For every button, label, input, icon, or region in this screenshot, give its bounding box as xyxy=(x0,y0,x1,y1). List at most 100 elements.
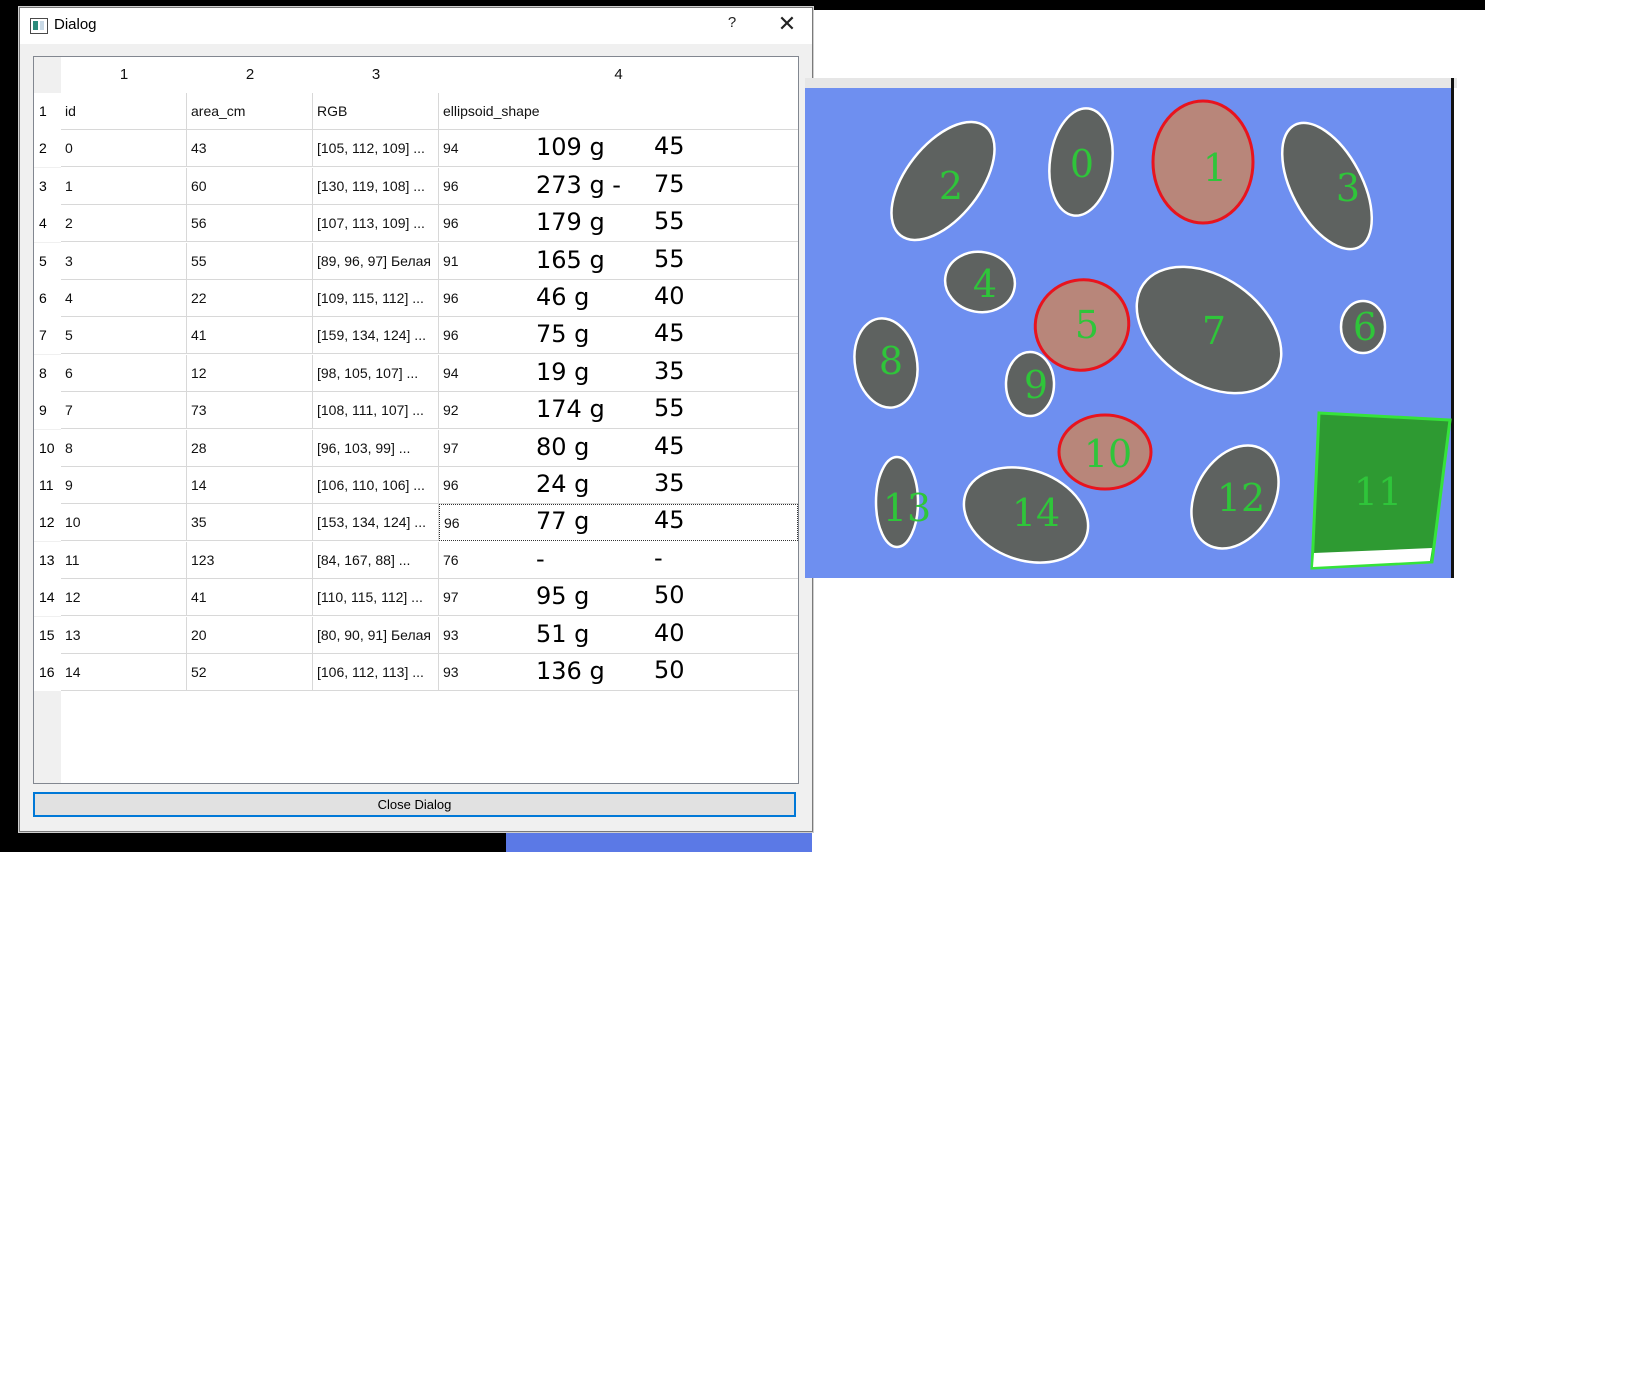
table-row: 8 6 12 [98, 105, 107] ... 94 19 g 35 xyxy=(34,354,798,392)
results-table[interactable]: 1 2 3 4 1 id area_cm RGB ellipsoid_shape 2 0 43… xyxy=(33,56,799,784)
table-cell-c3[interactable]: [107, 113, 109] ... xyxy=(313,205,439,243)
table-cell-c3[interactable]: [153, 134, 124] ... xyxy=(313,504,439,542)
table-cell-c1[interactable]: 6 xyxy=(61,354,187,392)
table-cell-c4[interactable]: 97 xyxy=(439,579,798,617)
table-cell-c4[interactable]: 96 xyxy=(439,280,798,317)
row-number[interactable]: 10 xyxy=(34,429,61,467)
table-cell-c3[interactable]: [96, 103, 99] ... xyxy=(313,429,439,467)
row-number[interactable]: 5 xyxy=(34,242,61,280)
table-cell-c2[interactable]: 14 xyxy=(187,467,313,504)
table-cell-c2[interactable]: 123 xyxy=(187,541,313,579)
row-number[interactable]: 8 xyxy=(34,354,61,392)
close-dialog-button[interactable]: Close Dialog xyxy=(33,792,796,817)
column-header-2[interactable]: 2 xyxy=(187,57,313,93)
table-cell-c4[interactable]: 76 xyxy=(439,542,798,579)
table-cell-c3[interactable]: [106, 112, 113] ... xyxy=(313,654,439,691)
row-number[interactable]: 12 xyxy=(34,504,61,542)
table-cell-c3[interactable]: [84, 167, 88] ... xyxy=(313,541,439,579)
row-number[interactable]: 13 xyxy=(34,541,61,579)
table-cell-c1[interactable]: 11 xyxy=(61,541,187,579)
table-cell-c1[interactable]: 4 xyxy=(61,280,187,317)
table-row: 16 14 52 [106, 112, 113] ... 93 136 g 50 xyxy=(34,654,798,691)
column-header-3[interactable]: 3 xyxy=(313,57,439,93)
table-cell-c4[interactable]: 93 xyxy=(439,654,798,691)
table-cell-c2[interactable]: 22 xyxy=(187,280,313,317)
table-cell-c1[interactable]: 0 xyxy=(61,130,187,168)
table-cell-c4[interactable]: 96 xyxy=(439,467,798,504)
table-cell-c3[interactable]: [109, 115, 112] ... xyxy=(313,280,439,317)
mass-value: 51 g xyxy=(536,619,590,648)
table-cell-c3[interactable]: [110, 115, 112] ... xyxy=(313,579,439,617)
table-cell-c4[interactable]: 91 xyxy=(439,243,798,280)
table-cell-c1[interactable]: id xyxy=(61,93,187,130)
table-cell-c4[interactable]: 93 xyxy=(439,617,798,654)
table-cell-c3[interactable]: [89, 96, 97] Белая xyxy=(313,242,439,280)
table-cell-c2[interactable]: 20 xyxy=(187,616,313,654)
table-cell-c1[interactable]: 10 xyxy=(61,504,187,542)
table-cell-c1[interactable]: 12 xyxy=(61,579,187,617)
size-value: 55 xyxy=(654,394,685,423)
table-cell-c3[interactable]: [108, 111, 107] ... xyxy=(313,392,439,430)
table-cell-c1[interactable]: 2 xyxy=(61,205,187,243)
row-number[interactable]: 16 xyxy=(34,654,61,691)
size-value: 75 xyxy=(654,169,685,198)
table-cell-c2[interactable]: 41 xyxy=(187,317,313,355)
table-cell-c3[interactable]: [106, 110, 106] ... xyxy=(313,467,439,504)
table-cell-c3[interactable]: [130, 119, 108] ... xyxy=(313,167,439,205)
table-cell-c1[interactable]: 7 xyxy=(61,392,187,430)
row-number[interactable]: 1 xyxy=(34,93,61,130)
table-cell-c4[interactable]: ellipsoid_shape xyxy=(439,93,798,130)
table-cell-c4[interactable]: 96 xyxy=(439,205,798,243)
table-cell-c2[interactable]: area_cm xyxy=(187,93,313,130)
table-cell-c2[interactable]: 35 xyxy=(187,504,313,542)
table-row: 7 5 41 [159, 134, 124] ... 96 75 g 45 xyxy=(34,317,798,355)
row-number[interactable]: 2 xyxy=(34,130,61,168)
table-cell-c2[interactable]: 60 xyxy=(187,167,313,205)
table-cell-c4[interactable]: 96 xyxy=(439,504,798,542)
table-cell-c1[interactable]: 3 xyxy=(61,242,187,280)
table-cell-c4[interactable]: 92 xyxy=(439,392,798,430)
table-cell-c2[interactable]: 52 xyxy=(187,654,313,691)
table-cell-c1[interactable]: 9 xyxy=(61,467,187,504)
close-icon[interactable]: ✕ xyxy=(772,12,802,38)
row-number[interactable]: 6 xyxy=(34,280,61,317)
table-cell-c1[interactable]: 13 xyxy=(61,616,187,654)
table-cell-c2[interactable]: 43 xyxy=(187,130,313,168)
help-button[interactable]: ? xyxy=(720,14,744,36)
row-number[interactable]: 14 xyxy=(34,579,61,617)
table-cell-c3[interactable]: [159, 134, 124] ... xyxy=(313,317,439,355)
potato-label: 2 xyxy=(939,164,963,208)
table-row: 15 13 20 [80, 90, 91] Белая 93 51 g 40 xyxy=(34,616,798,654)
row-number[interactable]: 11 xyxy=(34,467,61,504)
table-cell-c2[interactable]: 56 xyxy=(187,205,313,243)
table-cell-c4[interactable]: 94 xyxy=(439,130,798,168)
table-cell-c2[interactable]: 28 xyxy=(187,429,313,467)
table-cell-c2[interactable]: 41 xyxy=(187,579,313,617)
table-cell-c1[interactable]: 14 xyxy=(61,654,187,691)
size-value: 40 xyxy=(654,282,685,310)
table-cell-c1[interactable]: 5 xyxy=(61,317,187,355)
row-number[interactable]: 15 xyxy=(34,616,61,654)
table-cell-c1[interactable]: 1 xyxy=(61,167,187,205)
row-number[interactable]: 9 xyxy=(34,392,61,430)
row-number[interactable]: 3 xyxy=(34,167,61,205)
table-cell-c3[interactable]: [80, 90, 91] Белая xyxy=(313,616,439,654)
mass-value: 174 g xyxy=(536,395,605,424)
potato-label: 0 xyxy=(1070,142,1094,186)
potato-10: 10 xyxy=(1057,413,1153,491)
table-cell-c2[interactable]: 73 xyxy=(187,392,313,430)
table-cell-c2[interactable]: 55 xyxy=(187,242,313,280)
table-cell-c1[interactable]: 8 xyxy=(61,429,187,467)
column-header-4[interactable]: 4 xyxy=(439,57,798,93)
size-value: 50 xyxy=(654,656,685,684)
table-cell-c4[interactable]: 94 xyxy=(439,355,798,392)
column-header-1[interactable]: 1 xyxy=(61,57,187,93)
table-cell-c4[interactable]: 97 xyxy=(439,430,798,467)
table-cell-c2[interactable]: 12 xyxy=(187,354,313,392)
table-cell-c3[interactable]: [98, 105, 107] ... xyxy=(313,354,439,392)
row-number[interactable]: 4 xyxy=(34,205,61,243)
table-cell-c3[interactable]: [105, 112, 109] ... xyxy=(313,130,439,168)
table-cell-c4[interactable]: 96 xyxy=(439,317,798,355)
table-cell-c3[interactable]: RGB xyxy=(313,93,439,130)
row-number[interactable]: 7 xyxy=(34,317,61,355)
